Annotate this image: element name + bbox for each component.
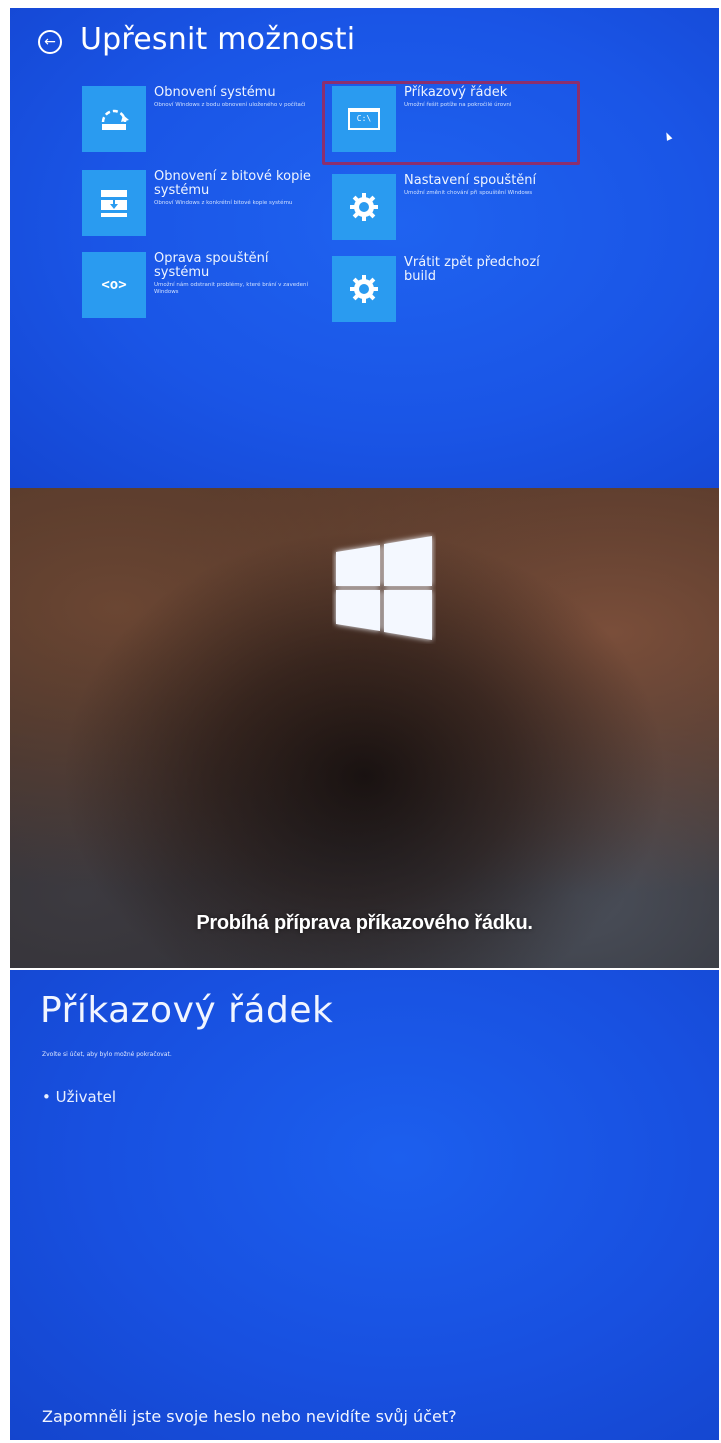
option-description: Umožní nám odstranit problémy, které brá… — [154, 282, 308, 295]
option-title: Oprava spouštění systému — [154, 251, 269, 280]
option-title: Nastavení spouštění — [404, 173, 537, 188]
account-item-user[interactable]: • Uživatel — [42, 1088, 116, 1106]
startup-repair-icon: <o> — [82, 252, 146, 318]
option-startup-repair[interactable]: <o> Oprava spouštění systému Umožní nám … — [82, 252, 327, 322]
forgot-password-link[interactable]: Zapomněli jste svoje heslo nebo nevidíte… — [42, 1407, 457, 1426]
option-title: Vrátit zpět předchozí build — [404, 255, 540, 284]
mouse-cursor-icon — [663, 131, 673, 141]
option-title: Obnovení systému — [154, 85, 276, 100]
command-prompt-account-screen: Příkazový řádek Zvolte si účet, aby bylo… — [10, 970, 719, 1440]
windows-logo-icon — [336, 536, 432, 640]
back-arrow-icon[interactable]: ← — [38, 30, 62, 54]
gear-icon — [332, 256, 396, 322]
option-title: Obnovení z bitové kopie systému — [154, 169, 311, 198]
gear-icon — [332, 174, 396, 240]
page-title: Upřesnit možnosti — [80, 22, 356, 57]
account-name: Uživatel — [55, 1088, 116, 1106]
option-description: Obnoví Windows z konkrétní bitové kopie … — [154, 200, 293, 206]
option-description: Obnoví Windows z bodu obnovení uloženého… — [154, 102, 306, 108]
boot-status-text: Probíhá příprava příkazového řádku. — [196, 912, 533, 934]
option-go-back-previous-build[interactable]: Vrátit zpět předchozí build — [332, 256, 577, 326]
option-system-image-recovery[interactable]: Obnovení z bitové kopie systému Obnoví W… — [82, 170, 327, 240]
startup-repair-glyph: <o> — [101, 277, 127, 293]
system-restore-icon — [82, 86, 146, 152]
list-bullet: • — [42, 1088, 56, 1106]
instruction-text: Zvolte si účet, aby bylo možné pokračova… — [42, 1051, 172, 1058]
image-recovery-icon — [82, 170, 146, 236]
advanced-options-screen: ← Upřesnit možnosti Obnovení systému Obn… — [10, 8, 719, 488]
option-system-restore[interactable]: Obnovení systému Obnoví Windows z bodu o… — [82, 86, 327, 156]
page-title: Příkazový řádek — [40, 990, 334, 1031]
selection-highlight — [322, 81, 580, 165]
option-description: Umožní změnit chování při spouštění Wind… — [404, 190, 533, 196]
option-startup-settings[interactable]: Nastavení spouštění Umožní změnit chován… — [332, 174, 577, 244]
boot-screen: Probíhá příprava příkazového řádku. — [10, 488, 719, 968]
